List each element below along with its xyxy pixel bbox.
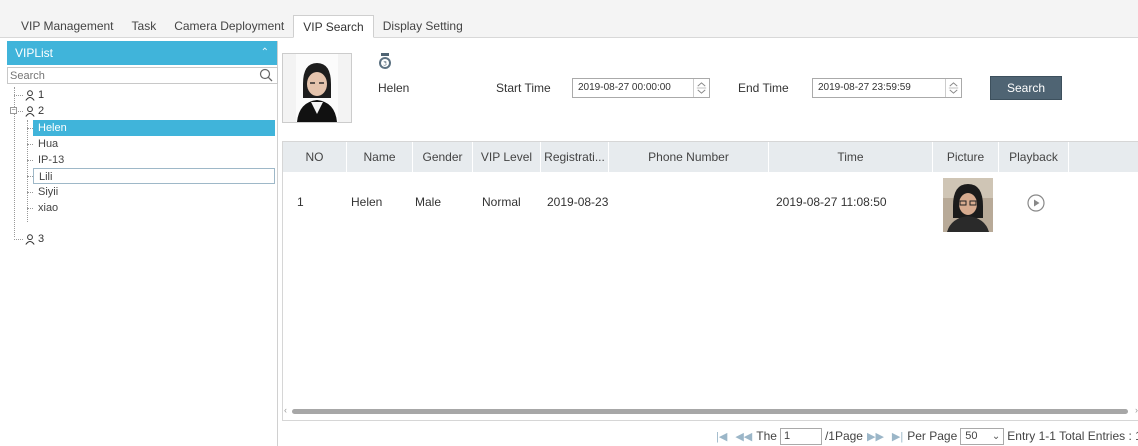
- cell-time: 2019-08-27 11:08:50: [776, 195, 887, 209]
- collapse-icon[interactable]: ⌃: [261, 47, 269, 58]
- search-icon[interactable]: [259, 68, 273, 82]
- page-number-input[interactable]: 1: [779, 427, 822, 445]
- tree-item-helen[interactable]: Helen: [33, 120, 275, 136]
- tree-group-2[interactable]: 2: [25, 103, 44, 119]
- tree-item-xiao[interactable]: xiao: [33, 200, 275, 216]
- cell-gender: Male: [415, 195, 442, 209]
- page-total-label: /1Page: [824, 429, 863, 443]
- snapshot-thumbnail[interactable]: [943, 178, 993, 232]
- pagination: |◀ ◀◀ The 1 /1Page ▶▶ ▶| Per Page 50 ⌄ E…: [712, 427, 1138, 445]
- table-row[interactable]: 1 Helen Male Normal 2019-08-23 2019-08-2…: [283, 172, 1138, 232]
- tree-item-hua[interactable]: Hua: [33, 136, 275, 152]
- column-header-registration[interactable]: Registrati...: [541, 142, 609, 172]
- tree-group-label: 1: [38, 89, 45, 101]
- next-page-icon[interactable]: ▶▶: [867, 430, 884, 443]
- page-the-label: The: [756, 429, 777, 443]
- tab-task[interactable]: Task: [123, 15, 166, 38]
- person-photo-icon: [283, 54, 351, 122]
- vip-list-title: VIPList: [15, 46, 54, 60]
- end-time-input[interactable]: 2019-08-27 23:59:59: [812, 78, 962, 98]
- tab-vip-management[interactable]: VIP Management: [12, 15, 123, 38]
- vip-badge-icon: 3: [379, 53, 391, 69]
- tree-group-3[interactable]: 3: [25, 231, 44, 247]
- previous-page-icon[interactable]: ◀◀: [735, 430, 752, 443]
- chevron-down-icon: ⌄: [991, 430, 1001, 442]
- end-time-label: End Time: [738, 81, 789, 95]
- column-header-no[interactable]: NO: [283, 142, 347, 172]
- column-header-phone-number[interactable]: Phone Number: [609, 142, 769, 172]
- column-header-playback[interactable]: Playback: [999, 142, 1069, 172]
- tab-camera-deployment[interactable]: Camera Deployment: [165, 15, 293, 38]
- tree-group-1[interactable]: 1: [25, 87, 44, 103]
- vip-name: Helen: [378, 81, 410, 95]
- tree-item-siyii[interactable]: Siyii: [33, 184, 275, 200]
- tree-item-lili[interactable]: Lili: [33, 168, 275, 184]
- horizontal-scrollbar[interactable]: ‹ ›: [284, 405, 1138, 416]
- per-page-value: 50: [965, 429, 978, 442]
- vip-photo: [282, 53, 352, 123]
- play-icon[interactable]: [1027, 194, 1045, 212]
- vip-list-header: VIPList ⌃: [7, 41, 277, 65]
- column-header-picture[interactable]: Picture: [933, 142, 999, 172]
- table-header: NO Name Gender VIP Level Registrati... P…: [283, 142, 1138, 172]
- tab-display-setting[interactable]: Display Setting: [374, 15, 472, 38]
- per-page-select[interactable]: 50 ⌄: [960, 427, 1005, 445]
- start-time-input[interactable]: 2019-08-27 00:00:00: [572, 78, 710, 98]
- last-page-icon[interactable]: ▶|: [892, 430, 903, 443]
- tree-group-label: 2: [38, 105, 45, 117]
- vip-list-panel: VIPList ⌃ 1 −: [7, 41, 278, 446]
- cell-registration: 2019-08-23: [547, 195, 609, 209]
- time-spinner-icon[interactable]: [945, 79, 961, 97]
- cell-vip-level: Normal: [482, 195, 521, 209]
- cell-no: 1: [297, 195, 304, 209]
- start-time-label: Start Time: [496, 81, 551, 95]
- collapse-toggle-icon[interactable]: −: [10, 107, 17, 114]
- svg-text:3: 3: [383, 60, 387, 67]
- vip-search-input[interactable]: [8, 69, 248, 83]
- scroll-left-icon[interactable]: ‹: [284, 405, 287, 415]
- column-header-name[interactable]: Name: [347, 142, 413, 172]
- search-button[interactable]: Search: [990, 76, 1062, 100]
- first-page-icon[interactable]: |◀: [716, 430, 727, 443]
- column-header-gender[interactable]: Gender: [413, 142, 473, 172]
- cell-name: Helen: [351, 195, 383, 209]
- tree-group-label: 3: [38, 233, 45, 245]
- entry-summary: Entry 1-1 Total Entries : 1: [1007, 429, 1138, 443]
- tree-item-ip-13[interactable]: IP-13: [33, 152, 275, 168]
- top-tab-bar: VIP Management Task Camera Deployment VI…: [0, 0, 1138, 38]
- time-spinner-icon[interactable]: [693, 79, 709, 97]
- vip-search-content: 3 Helen Start Time 2019-08-27 00:00:00 E…: [282, 41, 1138, 446]
- column-header-time[interactable]: Time: [769, 142, 933, 172]
- vip-search-box: [7, 67, 278, 84]
- scrollbar-thumb[interactable]: [292, 409, 1128, 414]
- start-time-value: 2019-08-27 00:00:00: [578, 82, 671, 93]
- tab-vip-search[interactable]: VIP Search: [293, 15, 374, 38]
- per-page-label: Per Page: [907, 429, 958, 443]
- column-header-vip-level[interactable]: VIP Level: [473, 142, 541, 172]
- user-icon: [25, 89, 35, 101]
- end-time-value: 2019-08-27 23:59:59: [818, 82, 911, 93]
- results-table: NO Name Gender VIP Level Registrati... P…: [282, 141, 1138, 421]
- user-icon: [25, 233, 35, 245]
- user-icon: [25, 105, 35, 117]
